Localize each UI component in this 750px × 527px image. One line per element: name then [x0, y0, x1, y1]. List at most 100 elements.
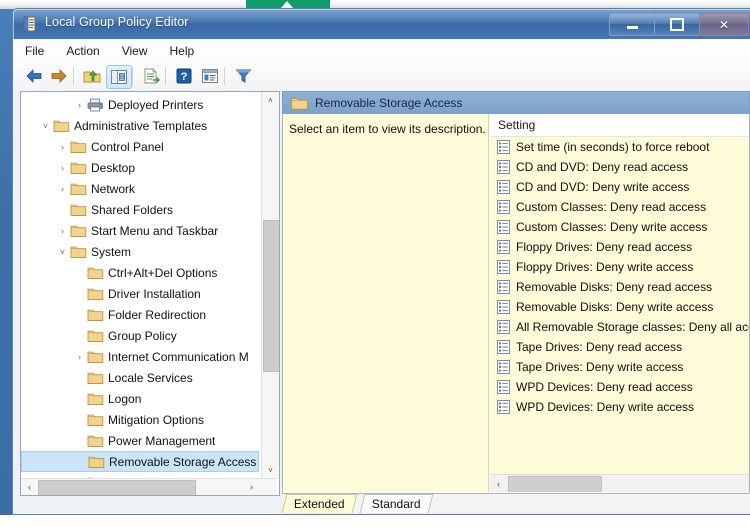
tree-item-ctrl-alt-del-options[interactable]: Ctrl+Alt+Del Options: [21, 262, 259, 283]
maximize-icon: [670, 18, 684, 31]
export-list-icon: [144, 68, 160, 84]
tree-item-administrative-templates[interactable]: ˅ Administrative Templates: [21, 115, 259, 136]
policy-setting-icon: [497, 160, 510, 174]
tree-item-power-management[interactable]: Power Management: [21, 430, 259, 451]
tree-item-system[interactable]: ˅ System: [21, 241, 259, 262]
folder-icon: [70, 140, 87, 154]
settings-list-pane: Setting Set time (in seconds) to force r…: [490, 114, 749, 492]
scroll-up-arrow[interactable]: ˄: [262, 92, 279, 109]
tree-horizontal-scroll-thumb[interactable]: [38, 480, 196, 495]
chevron-down-icon[interactable]: ˅: [55, 247, 70, 257]
folder-icon: [87, 413, 104, 427]
setting-row[interactable]: WPD Devices: Deny read access: [490, 377, 749, 397]
tree-item-control-panel[interactable]: › Control Panel: [21, 136, 259, 157]
tree-item-desktop[interactable]: › Desktop: [21, 157, 259, 178]
tree-vertical-scrollbar[interactable]: ˄ ˅: [261, 92, 279, 479]
tree-item-group-policy[interactable]: Group Policy: [21, 325, 259, 346]
menu-item-help[interactable]: Help: [159, 39, 206, 62]
chevron-right-icon[interactable]: ›: [55, 163, 70, 173]
scroll-left-arrow[interactable]: ‹: [21, 479, 38, 494]
tree-item-start-menu-and-taskbar[interactable]: › Start Menu and Taskbar: [21, 220, 259, 241]
menu-item-action[interactable]: Action: [55, 39, 110, 62]
setting-row[interactable]: CD and DVD: Deny write access: [490, 177, 749, 197]
tree-item-locale-services[interactable]: Locale Services: [21, 367, 259, 388]
properties-button[interactable]: [198, 65, 222, 87]
help-button[interactable]: ?: [172, 65, 196, 87]
bottom-columns-strip: [282, 513, 750, 515]
back-button[interactable]: [22, 65, 46, 87]
up-one-level-button[interactable]: [80, 65, 104, 87]
tree-item-removable-storage-access[interactable]: Removable Storage Access: [21, 451, 259, 472]
setting-label: Set time (in seconds) to force reboot: [516, 140, 710, 154]
setting-label: CD and DVD: Deny write access: [516, 180, 690, 194]
menu-item-file[interactable]: File: [14, 39, 55, 62]
column-divider: [656, 514, 657, 515]
setting-row[interactable]: Tape Drives: Deny write access: [490, 357, 749, 377]
tree-item-shared-folders[interactable]: Shared Folders: [21, 199, 259, 220]
export-list-button[interactable]: [139, 65, 163, 87]
setting-row[interactable]: Tape Drives: Deny read access: [490, 337, 749, 357]
tab-extended-label: Extended: [293, 497, 345, 511]
setting-label: All Removable Storage classes: Deny all …: [516, 320, 749, 334]
folder-icon: [87, 308, 104, 322]
setting-row[interactable]: Custom Classes: Deny write access: [490, 217, 749, 237]
tab-standard-label: Standard: [371, 497, 421, 511]
setting-row[interactable]: WPD Devices: Deny write access: [490, 397, 749, 417]
tree-horizontal-scrollbar[interactable]: ‹ ›: [21, 478, 277, 495]
minimize-button[interactable]: [609, 13, 655, 36]
policy-setting-icon: [497, 140, 510, 154]
console-tree[interactable]: › Deployed Printers ˅ Administrative Templa…: [21, 92, 259, 481]
tree-item-deployed-printers[interactable]: › Deployed Printers: [21, 94, 259, 115]
funnel-filter-icon: [234, 69, 252, 83]
settings-horizontal-scroll-thumb[interactable]: [508, 476, 602, 492]
close-button[interactable]: ✕: [699, 13, 749, 36]
chevron-down-icon[interactable]: ˅: [38, 121, 53, 131]
setting-row[interactable]: Removable Disks: Deny read access: [490, 277, 749, 297]
chevron-right-icon[interactable]: ›: [55, 142, 70, 152]
scroll-down-arrow[interactable]: ˅: [262, 462, 279, 479]
forward-button[interactable]: [47, 65, 71, 87]
folder-icon: [88, 455, 105, 469]
tree-vertical-scroll-thumb[interactable]: [263, 220, 279, 372]
settings-horizontal-scrollbar[interactable]: ‹: [490, 474, 749, 492]
tree-item-label: Removable Storage Access: [109, 454, 257, 469]
chevron-right-icon[interactable]: ›: [55, 226, 70, 236]
tree-item-label: Deployed Printers: [108, 97, 204, 112]
maximize-button[interactable]: [654, 13, 700, 36]
chevron-right-icon[interactable]: ›: [72, 352, 87, 362]
setting-row[interactable]: CD and DVD: Deny read access: [490, 157, 749, 177]
setting-row[interactable]: Floppy Drives: Deny read access: [490, 237, 749, 257]
setting-label: Removable Disks: Deny write access: [516, 300, 714, 314]
show-hide-console-tree-button[interactable]: [106, 65, 132, 89]
setting-row[interactable]: Custom Classes: Deny read access: [490, 197, 749, 217]
toolbar-separator: [165, 67, 166, 85]
menu-item-view[interactable]: View: [111, 39, 159, 62]
tree-item-internet-communication-m[interactable]: › Internet Communication M: [21, 346, 259, 367]
setting-row[interactable]: Floppy Drives: Deny write access: [490, 257, 749, 277]
tree-item-network[interactable]: › Network: [21, 178, 259, 199]
setting-label: WPD Devices: Deny read access: [516, 380, 693, 394]
filter-button[interactable]: [231, 65, 255, 87]
policy-setting-icon: [497, 240, 510, 254]
chevron-right-icon[interactable]: ›: [72, 100, 87, 110]
settings-list-header[interactable]: Setting: [490, 114, 749, 137]
results-pane-title: Removable Storage Access: [315, 96, 463, 110]
settings-list[interactable]: Set time (in seconds) to force reboot CD …: [490, 137, 749, 474]
setting-row[interactable]: All Removable Storage classes: Deny all …: [490, 317, 749, 337]
list-scroll-left-arrow[interactable]: ‹: [490, 476, 507, 491]
folder-icon: [291, 96, 308, 110]
setting-row[interactable]: Set time (in seconds) to force reboot: [490, 137, 749, 157]
tab-standard[interactable]: Standard: [359, 494, 434, 513]
titlebar[interactable]: Local Group Policy Editor ✕: [13, 9, 750, 39]
tree-item-label: Start Menu and Taskbar: [91, 223, 219, 238]
tab-extended[interactable]: Extended: [281, 494, 358, 513]
folder-icon: [87, 371, 104, 385]
tree-item-driver-installation[interactable]: Driver Installation: [21, 283, 259, 304]
setting-row[interactable]: Removable Disks: Deny write access: [490, 297, 749, 317]
tree-item-mitigation-options[interactable]: Mitigation Options: [21, 409, 259, 430]
scroll-right-arrow[interactable]: ›: [243, 479, 260, 494]
tree-item-logon[interactable]: Logon: [21, 388, 259, 409]
chevron-right-icon[interactable]: ›: [55, 184, 70, 194]
tree-item-folder-redirection[interactable]: Folder Redirection: [21, 304, 259, 325]
description-placeholder-text: Select an item to view its description.: [289, 122, 486, 136]
